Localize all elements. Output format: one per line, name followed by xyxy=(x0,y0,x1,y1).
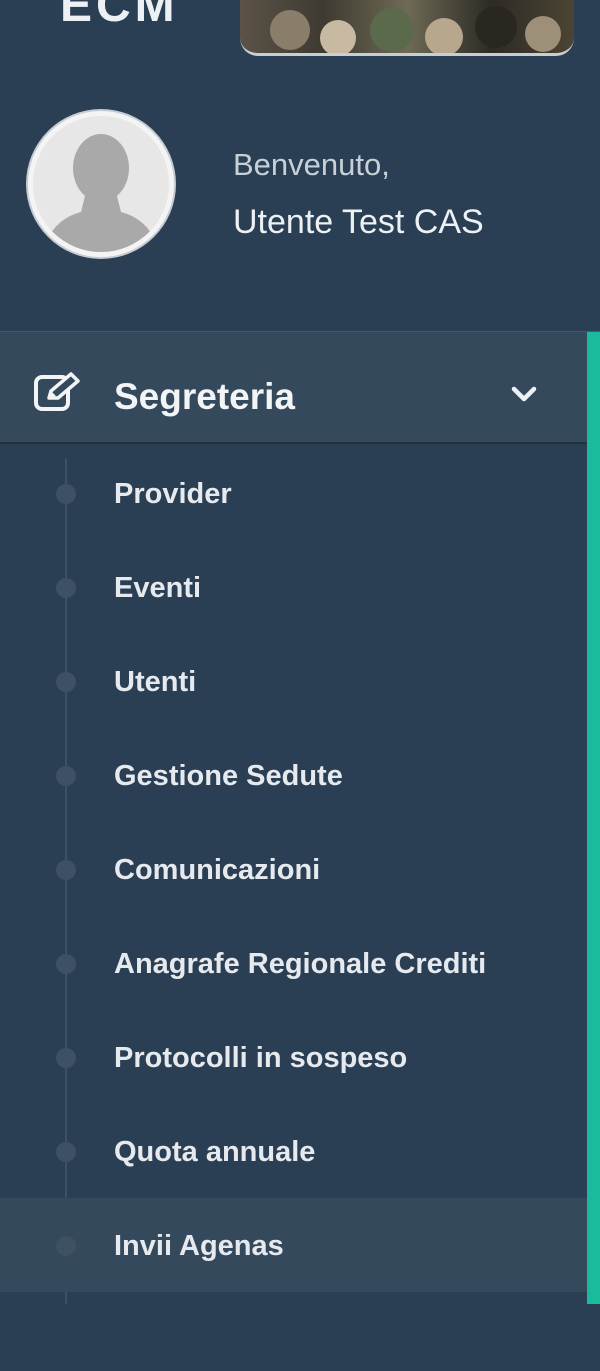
sidebar-item-invii-agenas[interactable]: Invii Agenas xyxy=(0,1198,587,1292)
active-section-indicator xyxy=(587,332,600,1304)
menu-section-segreteria[interactable]: Segreteria xyxy=(0,332,587,444)
bullet-dot xyxy=(56,578,76,598)
brand-bar: ECM xyxy=(0,0,600,60)
bullet-dot xyxy=(56,860,76,880)
bullet-dot xyxy=(56,1048,76,1068)
sidebar-item-eventi[interactable]: Eventi xyxy=(0,540,587,634)
sidebar-item-label: Anagrafe Regionale Crediti xyxy=(114,948,487,980)
bullet-dot xyxy=(56,672,76,692)
sidebar-item-label: Invii Agenas xyxy=(114,1230,284,1262)
sidebar-item-utenti[interactable]: Utenti xyxy=(0,634,587,728)
sidebar-item-label: Protocolli in sospeso xyxy=(114,1042,408,1074)
submenu-list: Provider Eventi Utenti Gestione Sedute C… xyxy=(0,446,587,1304)
banner-image xyxy=(240,0,574,56)
sidebar-item-label: Comunicazioni xyxy=(114,854,321,886)
sidebar-menu: Segreteria Provider Eventi Utenti Gestio… xyxy=(0,331,600,1304)
logo-text[interactable]: ECM xyxy=(60,0,179,33)
sidebar-item-label: Gestione Sedute xyxy=(114,760,343,792)
bullet-dot xyxy=(56,766,76,786)
bullet-dot xyxy=(56,1142,76,1162)
sidebar-item-gestione-sedute[interactable]: Gestione Sedute xyxy=(0,728,587,822)
sidebar-item-anagrafe-regionale-crediti[interactable]: Anagrafe Regionale Crediti xyxy=(0,916,587,1010)
welcome-text: Benvenuto, xyxy=(233,147,390,182)
menu-section-title: Segreteria xyxy=(114,376,295,417)
sidebar-item-provider[interactable]: Provider xyxy=(0,446,587,540)
bullet-dot xyxy=(56,484,76,504)
sidebar-item-quota-annuale[interactable]: Quota annuale xyxy=(0,1104,587,1198)
sidebar-item-label: Provider xyxy=(114,478,232,510)
bullet-dot xyxy=(56,1236,76,1256)
sidebar-item-protocolli-in-sospeso[interactable]: Protocolli in sospeso xyxy=(0,1010,587,1104)
sidebar-item-label: Quota annuale xyxy=(114,1136,316,1168)
bullet-dot xyxy=(56,954,76,974)
sidebar-item-comunicazioni[interactable]: Comunicazioni xyxy=(0,822,587,916)
sidebar-item-label: Utenti xyxy=(114,666,197,698)
user-silhouette-icon xyxy=(33,116,169,252)
edit-icon xyxy=(34,372,80,411)
sidebar-item-label: Eventi xyxy=(114,572,202,604)
chevron-down-icon[interactable] xyxy=(510,384,538,404)
profile-panel: Benvenuto, Utente Test CAS xyxy=(0,95,600,295)
username: Utente Test CAS xyxy=(233,203,484,241)
avatar[interactable] xyxy=(28,111,174,257)
